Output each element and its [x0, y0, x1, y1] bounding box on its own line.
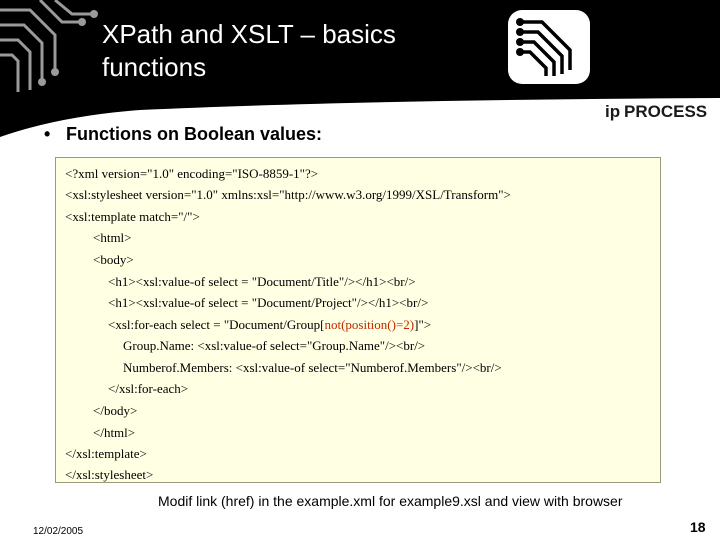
code-fragment: ]">	[414, 317, 432, 332]
code-line: Numberof.Members: <xsl:value-of select="…	[123, 360, 502, 375]
code-line: <xsl:template match="/">	[65, 209, 200, 224]
highlighted-expression: not(position()=2)	[324, 317, 415, 332]
code-line: </body>	[93, 403, 138, 418]
title-band: XPath and XSLT – basics functions	[0, 0, 720, 92]
bullet-text: Functions on Boolean values:	[66, 124, 323, 144]
code-fragment: <xsl:for-each select = "Document/Group[	[108, 317, 325, 332]
bullet-item: • Functions on Boolean values:	[44, 124, 322, 145]
code-line: </xsl:for-each>	[108, 381, 189, 396]
code-block: <?xml version="1.0" encoding="ISO-8859-1…	[55, 157, 661, 483]
code-line: <xsl:stylesheet version="1.0" xmlns:xsl=…	[65, 187, 511, 202]
slide-title: XPath and XSLT – basics functions	[102, 18, 482, 84]
code-line: <?xml version="1.0" encoding="ISO-8859-1…	[65, 166, 319, 181]
instruction-note: Modif link (href) in the example.xml for…	[158, 493, 623, 509]
code-line: <h1><xsl:value-of select = "Document/Tit…	[108, 274, 416, 289]
bullet-icon: •	[44, 124, 51, 144]
logo-prefix: ip	[605, 102, 620, 121]
title-line-2: functions	[102, 52, 207, 82]
logo-word: PROCESS	[624, 102, 707, 121]
slide-date: 12/02/2005	[33, 526, 84, 537]
circuit-decoration-icon	[0, 0, 98, 92]
ipprocess-logo: ip PROCESS	[603, 98, 713, 122]
code-line: Group.Name: <xsl:value-of select="Group.…	[123, 338, 426, 353]
circuit-chip-icon	[508, 10, 590, 84]
code-line-highlight: <xsl:for-each select = "Document/Group[n…	[108, 317, 431, 333]
code-line: </xsl:stylesheet>	[65, 467, 154, 482]
code-line: <html>	[93, 230, 132, 245]
code-line: </xsl:template>	[65, 446, 147, 461]
page-number: 18	[690, 519, 706, 535]
title-line-1: XPath and XSLT – basics	[102, 19, 396, 49]
code-line: <body>	[93, 252, 134, 267]
code-line: <h1><xsl:value-of select = "Document/Pro…	[108, 295, 429, 310]
code-line: </html>	[93, 425, 136, 440]
